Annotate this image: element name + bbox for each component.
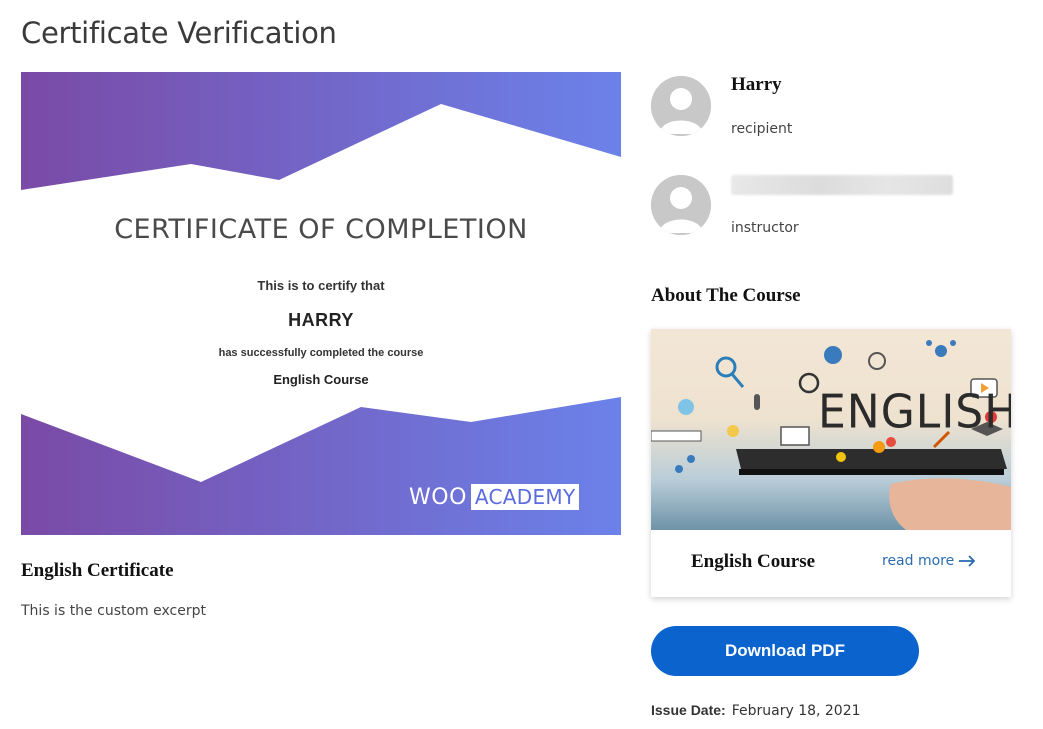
certificate-title: English Certificate — [21, 560, 174, 581]
certificate-recipient: HARRY — [288, 310, 354, 330]
user-avatar-icon — [651, 175, 711, 235]
logo-woo: WOO — [409, 484, 467, 510]
logo-academy: ACADEMY — [470, 484, 580, 510]
user-avatar-icon — [651, 76, 711, 136]
download-pdf-button[interactable]: Download PDF — [651, 626, 919, 676]
certificate-heading: CERTIFICATE OF COMPLETION — [114, 214, 528, 245]
woo-academy-logo: WOO ACADEMY — [409, 482, 580, 512]
read-more-label: read more — [882, 553, 955, 569]
about-course-heading: About The Course — [651, 285, 801, 306]
certificate-image: CERTIFICATE OF COMPLETION This is to cer… — [21, 72, 621, 535]
issue-date-value: February 18, 2021 — [731, 703, 861, 719]
arrow-right-icon — [959, 555, 976, 567]
read-more-link[interactable]: read more — [882, 553, 976, 569]
course-image-text: ENGLISH — [818, 385, 1011, 440]
course-image[interactable]: ENGLISH — [651, 329, 1011, 530]
instructor-name-redacted — [731, 175, 953, 195]
certificate-intro: This is to certify that — [257, 278, 385, 293]
certificate-course: English Course — [273, 372, 369, 387]
course-card[interactable]: ENGLISH English Course read more — [651, 329, 1011, 597]
certificate-background — [21, 72, 621, 535]
recipient-name: Harry — [731, 74, 782, 95]
instructor-role: instructor — [731, 220, 799, 236]
issue-date: Issue Date: February 18, 2021 — [651, 702, 861, 719]
course-card-title[interactable]: English Course — [691, 551, 815, 573]
certificate-excerpt: This is the custom excerpt — [21, 603, 206, 619]
certificate-completed-text: has successfully completed the course — [218, 347, 424, 359]
page-title: Certificate Verification — [21, 16, 337, 50]
issue-date-label: Issue Date: — [651, 702, 726, 718]
recipient-role: recipient — [731, 121, 793, 137]
